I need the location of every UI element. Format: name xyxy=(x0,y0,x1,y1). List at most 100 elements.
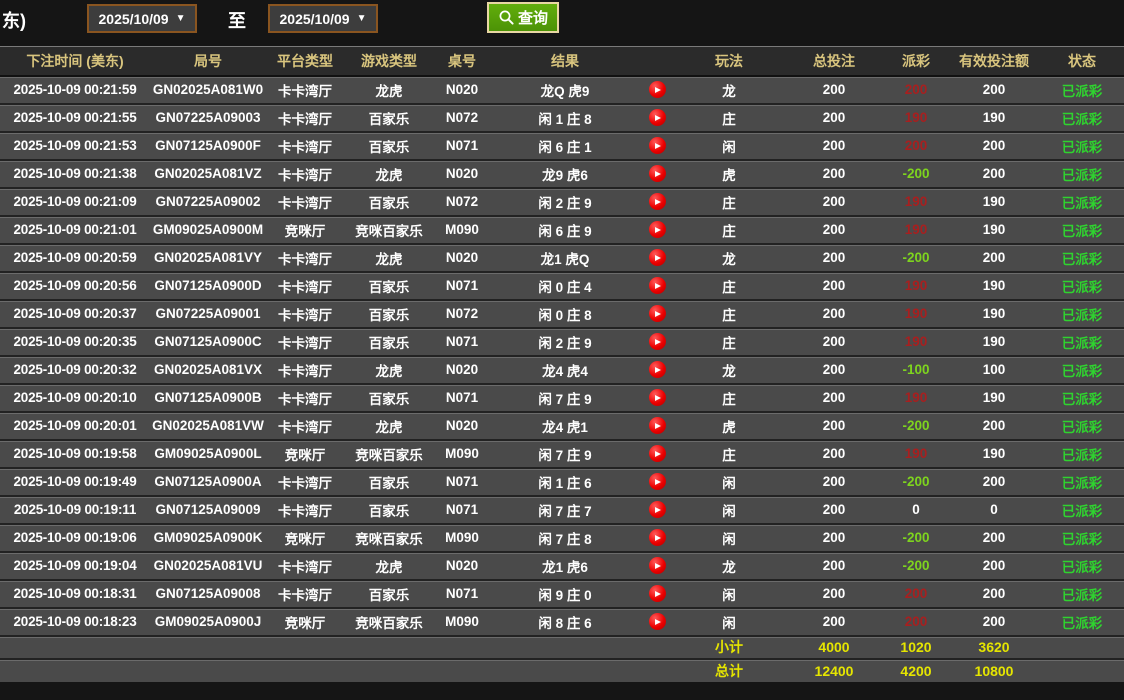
play-icon[interactable] xyxy=(648,613,666,630)
game-no-cell: GN02025A081VW xyxy=(150,410,266,440)
play-icon[interactable] xyxy=(648,501,666,518)
game-type-cell: 百家乐 xyxy=(344,382,434,412)
payout-cell: 0 xyxy=(884,494,948,524)
game-no-cell: GN02025A081VY xyxy=(150,242,266,272)
status-badge: 已派彩 xyxy=(1040,410,1124,440)
valid-bet-cell: 190 xyxy=(948,326,1040,356)
play-icon[interactable] xyxy=(648,193,666,210)
result-cell: 龙Q 虎9 xyxy=(490,74,640,104)
play-type-cell: 庄 xyxy=(674,102,784,132)
play-icon[interactable] xyxy=(648,333,666,350)
game-type-cell: 竞咪百家乐 xyxy=(344,214,434,244)
game-no-cell: GM09025A0900L xyxy=(150,438,266,468)
play-icon[interactable] xyxy=(648,277,666,294)
payout-cell: 190 xyxy=(884,298,948,328)
platform-cell: 竞咪厅 xyxy=(266,606,344,636)
result-cell: 龙9 虎6 xyxy=(490,158,640,188)
replay-cell xyxy=(640,550,674,580)
total-bet-cell: 200 xyxy=(784,382,884,412)
valid-bet-cell: 200 xyxy=(948,466,1040,496)
play-icon[interactable] xyxy=(648,361,666,378)
table-no-cell: N020 xyxy=(434,242,490,272)
col-header-status: 状态 xyxy=(1040,46,1124,77)
game-type-cell: 龙虎 xyxy=(344,550,434,580)
valid-bet-cell: 200 xyxy=(948,578,1040,608)
play-icon[interactable] xyxy=(648,249,666,266)
platform-cell: 卡卡湾厅 xyxy=(266,550,344,580)
play-icon[interactable] xyxy=(648,305,666,322)
payout-cell: 190 xyxy=(884,270,948,300)
platform-cell: 竞咪厅 xyxy=(266,438,344,468)
replay-cell xyxy=(640,298,674,328)
platform-cell: 卡卡湾厅 xyxy=(266,354,344,384)
total-bet-cell: 200 xyxy=(784,466,884,496)
table-no-cell: N020 xyxy=(434,74,490,104)
table-row: 2025-10-09 00:21:55 GN07225A09003 卡卡湾厅 百… xyxy=(0,102,1124,132)
game-no-cell: GN07225A09003 xyxy=(150,102,266,132)
play-icon[interactable] xyxy=(648,473,666,490)
col-header-valid-bet: 有效投注额 xyxy=(948,46,1040,77)
col-header-game-no: 局号 xyxy=(150,46,266,77)
play-icon[interactable] xyxy=(648,221,666,238)
date-from-picker[interactable]: 2025/10/09 ▼ xyxy=(87,4,197,33)
play-icon[interactable] xyxy=(648,585,666,602)
platform-cell: 卡卡湾厅 xyxy=(266,382,344,412)
payout-cell: 200 xyxy=(884,606,948,636)
result-cell: 龙1 虎6 xyxy=(490,550,640,580)
play-icon[interactable] xyxy=(648,389,666,406)
result-cell: 闲 0 庄 8 xyxy=(490,298,640,328)
replay-cell xyxy=(640,270,674,300)
replay-cell xyxy=(640,130,674,160)
game-type-cell: 竞咪百家乐 xyxy=(344,606,434,636)
table-row: 2025-10-09 00:20:35 GN07125A0900C 卡卡湾厅 百… xyxy=(0,326,1124,356)
status-badge: 已派彩 xyxy=(1040,298,1124,328)
play-icon[interactable] xyxy=(648,557,666,574)
table-no-cell: N071 xyxy=(434,270,490,300)
game-no-cell: GN07125A09008 xyxy=(150,578,266,608)
game-no-cell: GM09025A0900M xyxy=(150,214,266,244)
table-row: 2025-10-09 00:20:10 GN07125A0900B 卡卡湾厅 百… xyxy=(0,382,1124,412)
status-badge: 已派彩 xyxy=(1040,438,1124,468)
date-to-picker[interactable]: 2025/10/09 ▼ xyxy=(268,4,378,33)
payout-cell: -200 xyxy=(884,522,948,552)
play-type-cell: 庄 xyxy=(674,326,784,356)
play-icon[interactable] xyxy=(648,109,666,126)
play-type-cell: 虎 xyxy=(674,410,784,440)
total-bet-cell: 200 xyxy=(784,354,884,384)
result-cell: 闲 7 庄 9 xyxy=(490,438,640,468)
replay-cell xyxy=(640,410,674,440)
play-icon[interactable] xyxy=(648,417,666,434)
table-no-cell: N071 xyxy=(434,326,490,356)
to-label: 至 xyxy=(228,11,246,31)
play-icon[interactable] xyxy=(648,445,666,462)
table-row: 2025-10-09 00:20:32 GN02025A081VX 卡卡湾厅 龙… xyxy=(0,354,1124,384)
result-cell: 龙4 虎1 xyxy=(490,410,640,440)
result-cell: 闲 0 庄 4 xyxy=(490,270,640,300)
platform-cell: 卡卡湾厅 xyxy=(266,298,344,328)
table-no-cell: M090 xyxy=(434,438,490,468)
bet-time-cell: 2025-10-09 00:21:09 xyxy=(0,186,150,216)
play-icon[interactable] xyxy=(648,165,666,182)
game-no-cell: GN07125A0900F xyxy=(150,130,266,160)
play-type-cell: 庄 xyxy=(674,298,784,328)
table-no-cell: N071 xyxy=(434,466,490,496)
table-no-cell: N020 xyxy=(434,550,490,580)
query-button[interactable]: 查询 xyxy=(487,2,560,33)
status-badge: 已派彩 xyxy=(1040,578,1124,608)
bet-time-cell: 2025-10-09 00:21:01 xyxy=(0,214,150,244)
total-bet-cell: 200 xyxy=(784,270,884,300)
game-type-cell: 竞咪百家乐 xyxy=(344,522,434,552)
result-cell: 闲 7 庄 7 xyxy=(490,494,640,524)
status-badge: 已派彩 xyxy=(1040,242,1124,272)
play-icon[interactable] xyxy=(648,81,666,98)
result-cell: 闲 2 庄 9 xyxy=(490,186,640,216)
play-icon[interactable] xyxy=(648,529,666,546)
chevron-down-icon: ▼ xyxy=(356,13,367,24)
table-row: 2025-10-09 00:21:59 GN02025A081W0 卡卡湾厅 龙… xyxy=(0,74,1124,104)
valid-bet-cell: 200 xyxy=(948,130,1040,160)
status-badge: 已派彩 xyxy=(1040,214,1124,244)
play-icon[interactable] xyxy=(648,137,666,154)
payout-cell: 200 xyxy=(884,578,948,608)
bet-time-cell: 2025-10-09 00:19:04 xyxy=(0,550,150,580)
table-row: 2025-10-09 00:19:04 GN02025A081VU 卡卡湾厅 龙… xyxy=(0,550,1124,580)
